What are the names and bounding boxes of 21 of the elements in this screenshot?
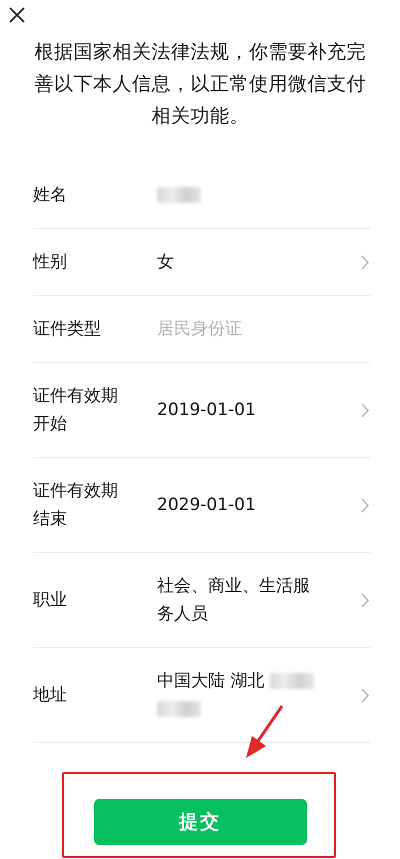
chevron-icon[interactable]: [361, 688, 370, 702]
chevron-icon[interactable]: [361, 402, 370, 418]
notice-text: 根据国家相关法律法规，你需要补充完善以下本人信息，以正常使用微信支付相关功能。: [34, 40, 366, 129]
submit-button[interactable]: 提交: [94, 799, 306, 845]
field-value: 社会、商业、生活服务人员: [157, 576, 310, 624]
field-label: 证件类型: [33, 318, 102, 341]
chevron-icon[interactable]: [361, 592, 370, 608]
field-value: 女: [157, 252, 174, 272]
close-icon[interactable]: [8, 6, 26, 24]
field-value: 居民身份证: [157, 319, 242, 339]
chevron-icon[interactable]: [361, 498, 370, 512]
field-label: 证件有效期开始: [33, 385, 119, 436]
field-label: 姓名: [33, 184, 68, 207]
field-value: 2019-01-01: [157, 400, 256, 420]
field-value: 2029-01-01: [157, 495, 256, 515]
field-label: 性别: [33, 251, 68, 274]
field-label: 职业: [33, 589, 68, 612]
field-label: 证件有效期结束: [33, 480, 119, 531]
field-value: 中国大陆 湖北: [157, 671, 264, 691]
field-label: 地址: [33, 684, 68, 707]
chevron-icon[interactable]: [361, 254, 370, 270]
